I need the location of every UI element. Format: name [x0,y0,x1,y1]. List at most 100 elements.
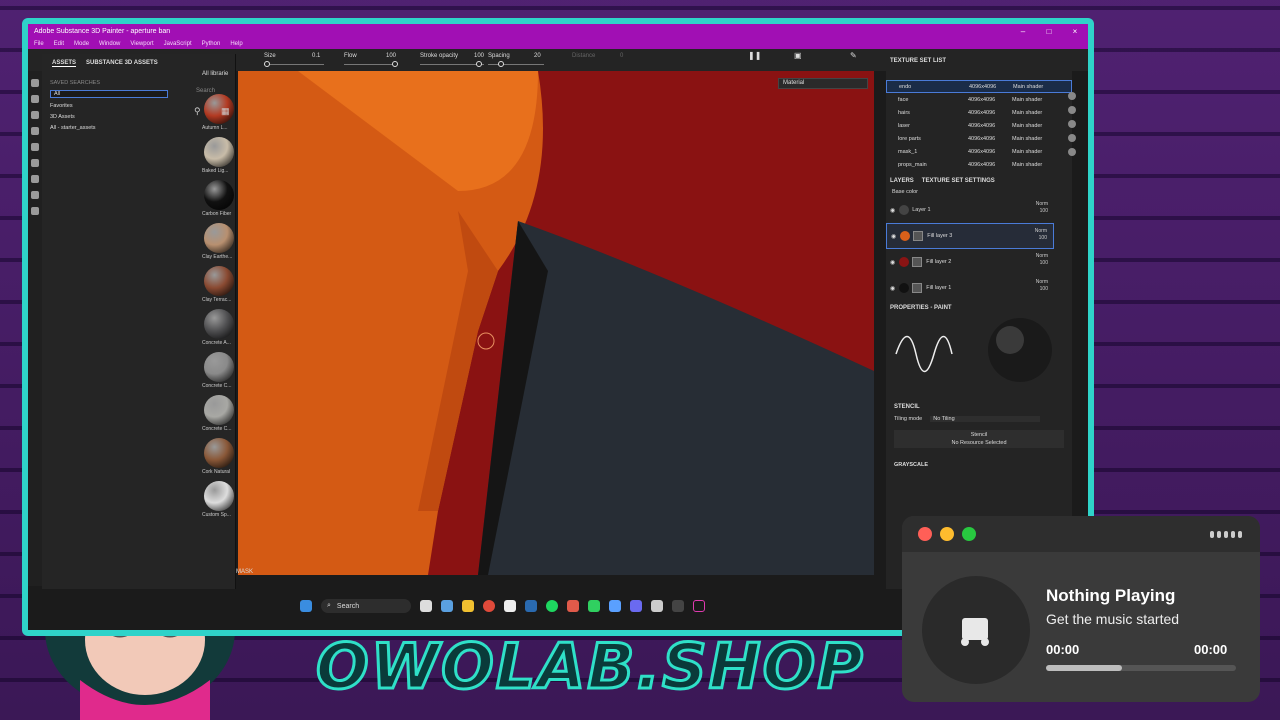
sidebar-item-favorites[interactable]: Favorites [50,101,170,112]
paint-brush-icon[interactable] [31,79,39,87]
zoom-dot[interactable] [962,527,976,541]
steam-icon[interactable] [525,600,537,612]
chrome-icon[interactable] [483,600,495,612]
texture-set-row[interactable]: props_main 4096x4096 Main shader [886,158,1072,171]
sidebar-item-3d-assets[interactable]: 3D Assets [50,112,170,123]
folder-icon[interactable] [462,600,474,612]
visibility-eye-icon[interactable]: ◉ [890,207,895,214]
geometry-mask-icon[interactable] [31,127,39,135]
spotify-icon[interactable] [546,600,558,612]
menu-help[interactable]: Help [230,41,242,47]
layer-row[interactable]: ◉ Fill layer 3 Norm 100 [886,223,1054,249]
maximize-button[interactable]: □ [1036,27,1062,36]
asset-search-input[interactable]: Search [196,88,215,94]
bird-app-icon[interactable] [441,600,453,612]
eraser-icon[interactable] [31,95,39,103]
menu-edit[interactable]: Edit [54,41,64,47]
close-button[interactable]: × [1062,27,1088,36]
size-slider[interactable] [264,61,324,67]
camera-icon[interactable]: ▣ [794,51,802,60]
flow-slider[interactable] [344,61,398,67]
material-item[interactable]: Concrete A... [202,309,236,346]
brush-icon[interactable]: ✎ [850,51,857,60]
texture-set-row[interactable]: lore parts 4096x4096 Main shader [886,132,1072,145]
polygon-fill-icon[interactable] [31,191,39,199]
visibility-eye-icon[interactable]: ◉ [890,259,895,266]
tab-assets[interactable]: ASSETS [52,60,77,67]
viewport-channel-select[interactable]: Material [778,78,868,89]
grid-view-icon[interactable]: ▦ [221,106,230,117]
material-item[interactable]: Custom Sp... [202,481,236,518]
texture-set-row[interactable]: endo 4096x4096 Main shader [886,80,1072,93]
size-value[interactable]: 0.1 [312,53,320,59]
texture-set-row[interactable]: face 4096x4096 Main shader [886,93,1072,106]
display-settings-icon[interactable] [1068,134,1076,142]
layer-row[interactable]: ◉ Layer 1 Norm 100 [886,197,1054,223]
texture-set-row[interactable]: laser 4096x4096 Main shader [886,119,1072,132]
menu-file[interactable]: File [34,41,44,47]
tab-substance-3d-assets[interactable]: SUBSTANCE 3D ASSETS [86,60,158,67]
history-icon[interactable] [1068,148,1076,156]
minimize-dot[interactable] [940,527,954,541]
close-dot[interactable] [918,527,932,541]
drag-handle-icon[interactable] [1210,530,1242,538]
layer-blend[interactable]: Norm 100 [1035,228,1047,242]
material-item[interactable]: Concrete C... [202,395,236,432]
minimize-button[interactable]: – [1010,27,1036,36]
clone-icon[interactable] [31,159,39,167]
settings-icon[interactable] [567,600,579,612]
layer-blend[interactable]: Norm 100 [1036,253,1048,267]
obs-icon[interactable] [651,600,663,612]
material-item[interactable]: Clay Earthe... [202,223,236,260]
filter-icon[interactable]: ⚲ [194,106,201,117]
all-libraries-label[interactable]: All librarie [202,71,228,77]
green-app-icon[interactable] [588,600,600,612]
material-item[interactable]: Concrete C... [202,352,236,389]
substance-painter-icon[interactable] [693,600,705,612]
start-icon[interactable] [300,600,312,612]
channel-select[interactable]: Base color [886,187,1072,197]
material-item[interactable]: Baked Lig... [202,137,236,174]
visibility-eye-icon[interactable]: ◉ [890,285,895,292]
texture-set-row[interactable]: mask_1 4096x4096 Main shader [886,145,1072,158]
material-item[interactable]: Autumn L... [202,94,236,131]
picker-icon[interactable] [31,175,39,183]
stroke-opacity-value[interactable]: 100 [474,53,484,59]
projection-icon[interactable] [31,111,39,119]
material-item[interactable]: Clay Terrac... [202,266,236,303]
task-view-icon[interactable] [420,600,432,612]
tab-texture-set-settings[interactable]: TEXTURE SET SETTINGS [922,178,995,184]
taskbar-search[interactable]: ⌕ Search [321,599,411,613]
layer-row[interactable]: ◉ Fill layer 2 Norm 100 [886,249,1054,275]
pause-icon[interactable]: ❚❚ [748,51,761,60]
layer-row[interactable]: ◉ Fill layer 1 Norm 100 [886,275,1054,301]
capcut-icon[interactable] [504,600,516,612]
text-icon[interactable] [31,207,39,215]
menu-javascript[interactable]: JavaScript [164,41,192,47]
texture-set-row[interactable]: hairs 4096x4096 Main shader [886,106,1072,119]
mask-label[interactable]: MASK [236,569,253,575]
layer-blend[interactable]: Norm 100 [1036,279,1048,293]
saved-search-input[interactable]: All [50,90,168,98]
substance-designer-icon[interactable] [672,600,684,612]
stroke-opacity-slider[interactable] [420,61,484,67]
properties-icon[interactable] [1068,120,1076,128]
smudge-icon[interactable] [31,143,39,151]
layers-icon[interactable] [1068,106,1076,114]
menu-viewport[interactable]: Viewport [130,41,153,47]
tiling-select[interactable]: No Tiling [930,416,1041,422]
spacing-slider[interactable] [488,61,544,67]
flow-value[interactable]: 100 [386,53,396,59]
visibility-eye-icon[interactable]: ◉ [891,233,896,240]
material-item[interactable]: Cork Natural [202,438,236,475]
3d-viewport[interactable] [238,71,874,575]
menu-python[interactable]: Python [202,41,221,47]
sidebar-item-starter-assets[interactable]: All - starter_assets [50,123,170,134]
spacing-value[interactable]: 20 [534,53,541,59]
stencil-slot[interactable]: Stencil No Resource Selected [894,430,1064,448]
layer-blend[interactable]: Norm 100 [1036,201,1048,215]
discord-icon[interactable] [630,600,642,612]
tab-layers[interactable]: LAYERS [890,178,914,184]
texture-set-icon[interactable] [1068,92,1076,100]
menu-mode[interactable]: Mode [74,41,89,47]
